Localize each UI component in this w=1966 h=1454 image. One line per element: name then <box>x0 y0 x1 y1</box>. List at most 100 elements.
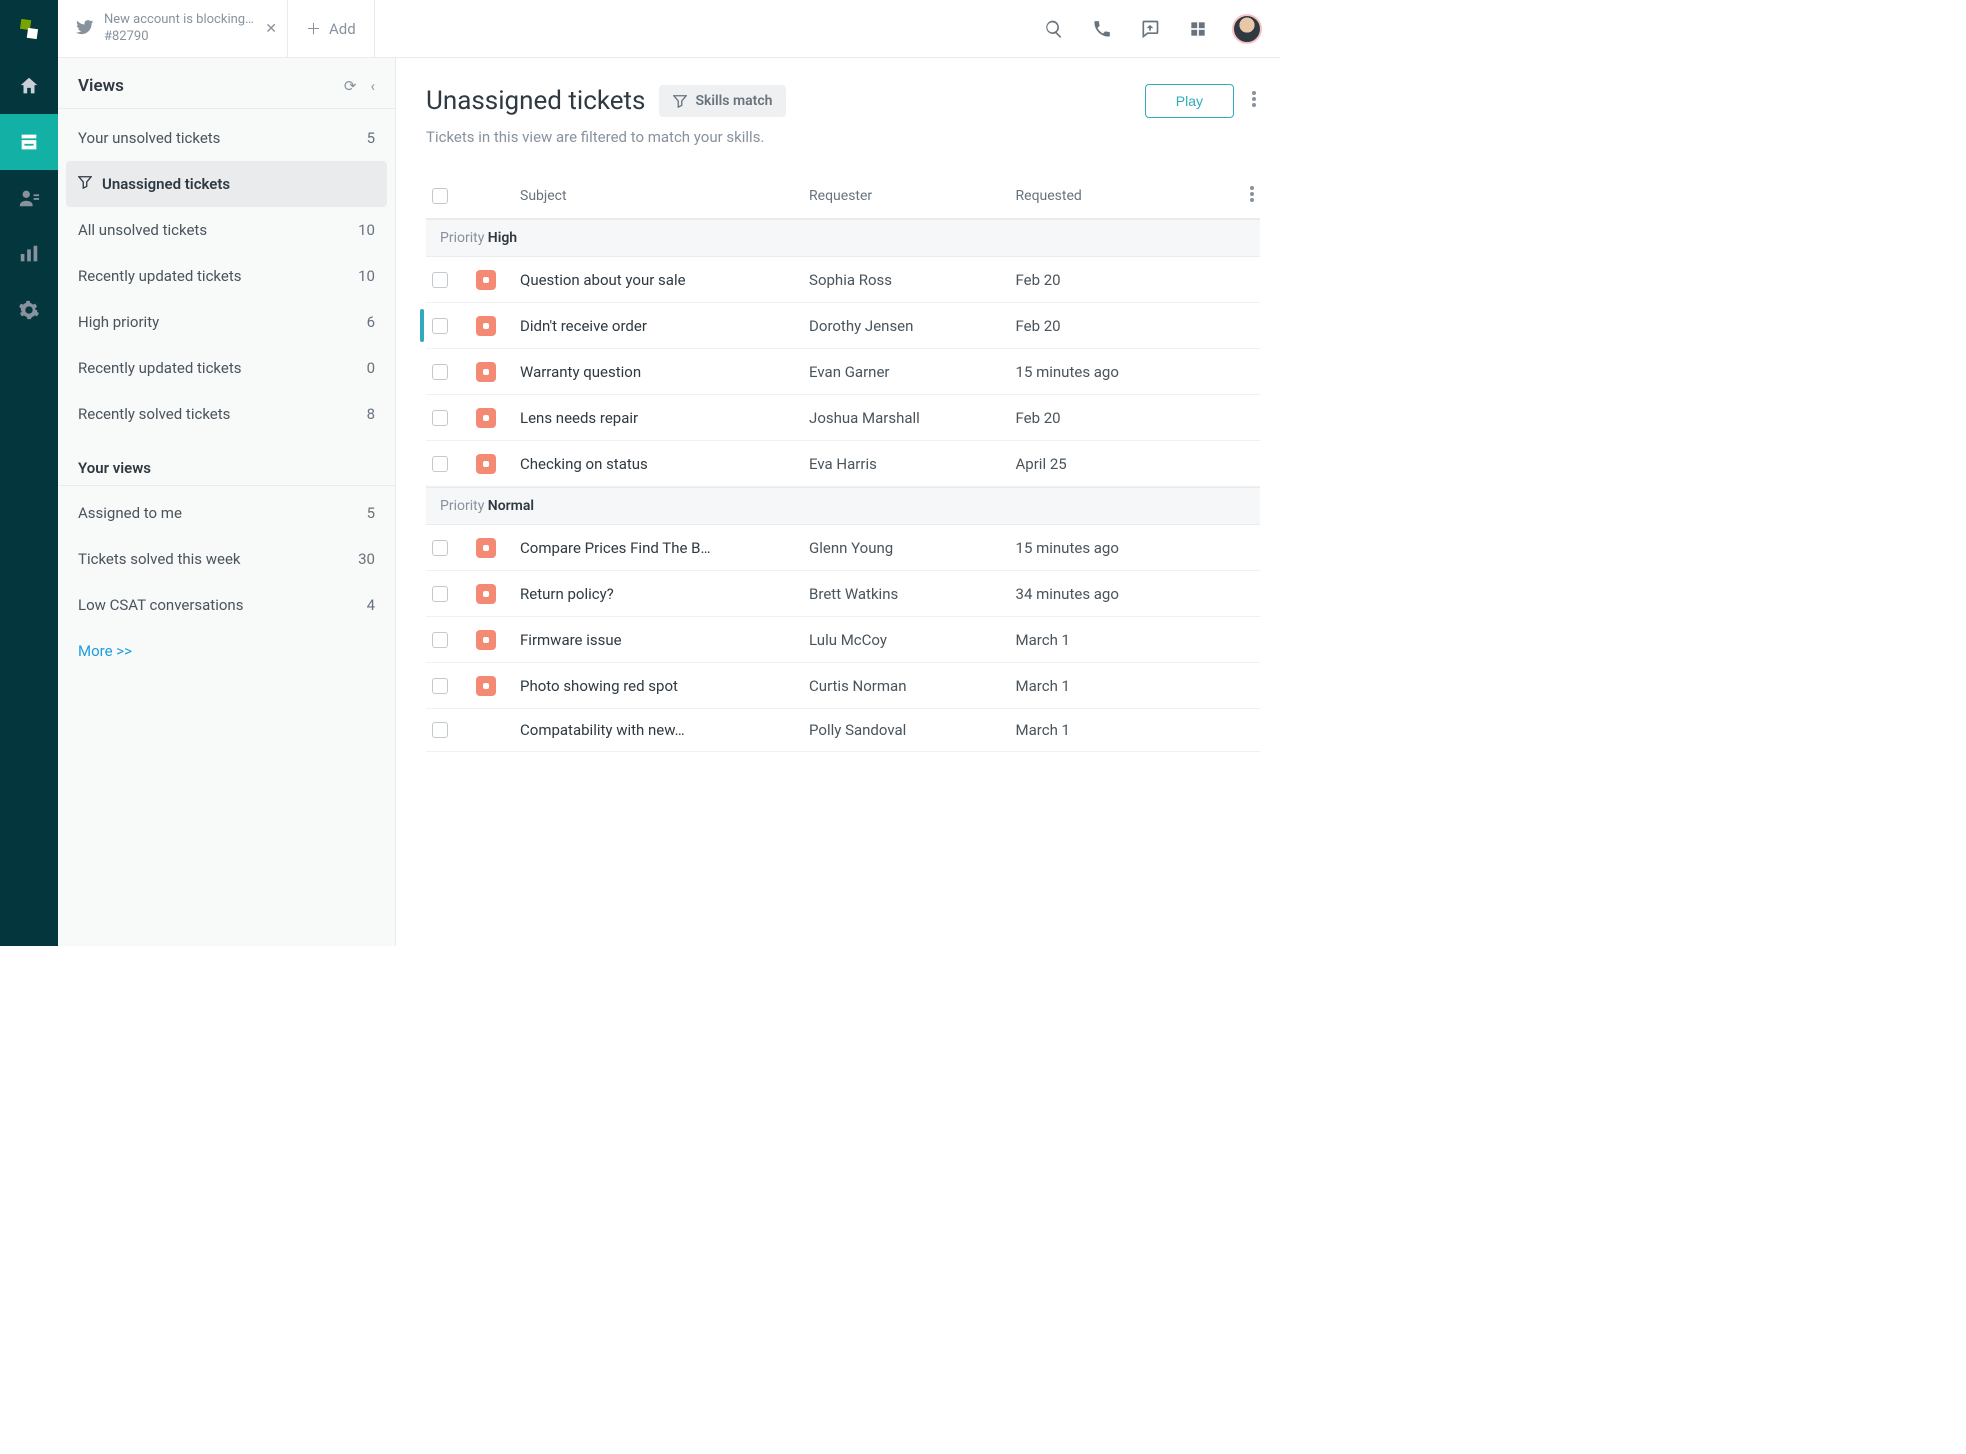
cell-requested: 34 minutes ago <box>1016 585 1222 603</box>
row-checkbox[interactable] <box>432 540 448 556</box>
table-row[interactable]: Question about your saleSophia RossFeb 2… <box>426 257 1260 303</box>
view-recently-updated-1[interactable]: Recently updated tickets 10 <box>58 253 395 299</box>
view-all-unsolved[interactable]: All unsolved tickets 10 <box>58 207 395 253</box>
nav-views[interactable] <box>0 114 58 170</box>
view-recently-updated-2[interactable]: Recently updated tickets 0 <box>58 345 395 391</box>
cell-subject: Return policy? <box>520 585 809 603</box>
view-count: 10 <box>358 221 375 239</box>
status-open-icon <box>476 584 496 604</box>
table-row[interactable]: Return policy?Brett Watkins34 minutes ag… <box>426 571 1260 617</box>
nav-home[interactable] <box>0 58 58 114</box>
view-solved-this-week[interactable]: Tickets solved this week 30 <box>58 536 395 582</box>
col-requested[interactable]: Requested <box>1016 188 1222 204</box>
cell-requested: 15 minutes ago <box>1016 539 1222 557</box>
row-checkbox[interactable] <box>432 364 448 380</box>
view-count: 30 <box>358 550 375 568</box>
main-content: Unassigned tickets Skills match Play Tic… <box>396 58 1280 946</box>
nav-rail <box>0 0 58 946</box>
group-header[interactable]: Priority Normal <box>426 487 1260 525</box>
status-open-icon <box>476 454 496 474</box>
close-icon[interactable]: ✕ <box>265 21 277 37</box>
more-views-link[interactable]: More >> <box>58 628 395 674</box>
cell-requester: Evan Garner <box>809 363 1015 381</box>
view-recently-solved[interactable]: Recently solved tickets 8 <box>58 391 395 437</box>
row-checkbox[interactable] <box>432 722 448 738</box>
column-options-icon[interactable] <box>1222 186 1254 206</box>
table-row[interactable]: Compatability with new…Polly SandovalMar… <box>426 709 1260 752</box>
table-row[interactable]: Didn't receive orderDorothy JensenFeb 20 <box>426 303 1260 349</box>
table-row[interactable]: Warranty questionEvan Garner15 minutes a… <box>426 349 1260 395</box>
row-checkbox[interactable] <box>432 586 448 602</box>
row-checkbox[interactable] <box>432 456 448 472</box>
col-requester[interactable]: Requester <box>809 188 1015 204</box>
chat-icon[interactable] <box>1136 15 1164 43</box>
status-open-icon <box>476 630 496 650</box>
nav-customers[interactable] <box>0 170 58 226</box>
table-header: Subject Requester Requested <box>426 174 1260 219</box>
cell-subject: Firmware issue <box>520 631 809 649</box>
topbar: New account is blocking… #82790 ✕ ＋ Add <box>58 0 1280 58</box>
view-label: Recently updated tickets <box>78 267 241 285</box>
avatar[interactable] <box>1232 14 1262 44</box>
nav-reporting[interactable] <box>0 226 58 282</box>
row-checkbox[interactable] <box>432 632 448 648</box>
group-header[interactable]: Priority High <box>426 219 1260 257</box>
view-low-csat[interactable]: Low CSAT conversations 4 <box>58 582 395 628</box>
view-unassigned[interactable]: Unassigned tickets <box>66 161 387 207</box>
add-tab[interactable]: ＋ Add <box>288 0 375 57</box>
view-label: All unsolved tickets <box>78 221 207 239</box>
phone-icon[interactable] <box>1088 15 1116 43</box>
topbar-spacer <box>375 0 1022 57</box>
row-checkbox[interactable] <box>432 272 448 288</box>
body: Views ⟳ ‹ Your unsolved tickets 5 Unassi… <box>58 58 1280 946</box>
view-label: Recently updated tickets <box>78 359 241 377</box>
row-checkbox[interactable] <box>432 318 448 334</box>
view-count: 5 <box>367 504 375 522</box>
view-label: Your unsolved tickets <box>78 129 220 147</box>
row-checkbox[interactable] <box>432 678 448 694</box>
row-checkbox[interactable] <box>432 410 448 426</box>
nav-admin[interactable] <box>0 282 58 338</box>
views-sidebar: Views ⟳ ‹ Your unsolved tickets 5 Unassi… <box>58 58 396 946</box>
play-button[interactable]: Play <box>1145 84 1234 118</box>
apps-icon[interactable] <box>1184 15 1212 43</box>
title-row: Unassigned tickets Skills match Play <box>426 84 1260 118</box>
refresh-icon[interactable]: ⟳ <box>344 77 357 95</box>
tab-title: New account is blocking… <box>104 12 254 28</box>
view-count: 0 <box>367 359 375 377</box>
tab-text: New account is blocking… #82790 <box>104 12 254 45</box>
cell-requested: 15 minutes ago <box>1016 363 1222 381</box>
cell-requester: Sophia Ross <box>809 271 1015 289</box>
status-open-icon <box>476 538 496 558</box>
status-open-icon <box>476 676 496 696</box>
cell-subject: Photo showing red spot <box>520 677 809 695</box>
open-tab[interactable]: New account is blocking… #82790 ✕ <box>58 0 288 57</box>
select-all-checkbox[interactable] <box>432 188 448 204</box>
cell-requester: Dorothy Jensen <box>809 317 1015 335</box>
table-row[interactable]: Compare Prices Find The B…Glenn Young15 … <box>426 525 1260 571</box>
search-icon[interactable] <box>1040 15 1068 43</box>
table-row[interactable]: Photo showing red spotCurtis NormanMarch… <box>426 663 1260 709</box>
your-views-label: Your views <box>58 437 395 486</box>
cell-requester: Polly Sandoval <box>809 721 1015 739</box>
view-label: Assigned to me <box>78 504 182 522</box>
table-row[interactable]: Checking on statusEva HarrisApril 25 <box>426 441 1260 487</box>
view-assigned-to-me[interactable]: Assigned to me 5 <box>58 490 395 536</box>
views-header: Views ⟳ ‹ <box>58 76 395 109</box>
col-subject[interactable]: Subject <box>520 188 809 204</box>
table-row[interactable]: Lens needs repairJoshua MarshallFeb 20 <box>426 395 1260 441</box>
view-high-priority[interactable]: High priority 6 <box>58 299 395 345</box>
cell-requester: Curtis Norman <box>809 677 1015 695</box>
ticket-table: Subject Requester Requested Priority Hig… <box>426 174 1260 752</box>
collapse-icon[interactable]: ‹ <box>370 77 375 95</box>
table-row[interactable]: Firmware issueLulu McCoyMarch 1 <box>426 617 1260 663</box>
cell-subject: Lens needs repair <box>520 409 809 427</box>
tab-subtitle: #82790 <box>104 29 254 45</box>
view-your-unsolved[interactable]: Your unsolved tickets 5 <box>58 115 395 161</box>
cell-requester: Glenn Young <box>809 539 1015 557</box>
view-options-icon[interactable] <box>1248 87 1260 115</box>
cell-requester: Brett Watkins <box>809 585 1015 603</box>
cell-subject: Didn't receive order <box>520 317 809 335</box>
view-label: High priority <box>78 313 159 331</box>
skills-match-badge[interactable]: Skills match <box>659 85 786 117</box>
